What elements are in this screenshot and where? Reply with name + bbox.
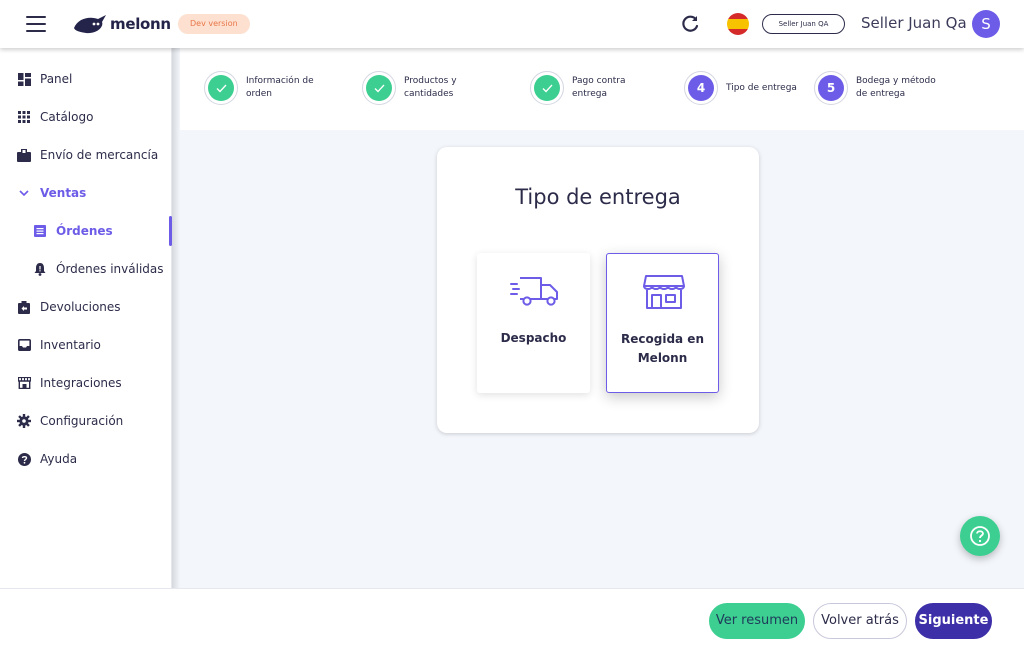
option-label: Despacho xyxy=(500,331,567,345)
step-tipo-entrega[interactable]: 4 Tipo de entrega xyxy=(684,71,816,105)
sidebar-item-label: Ventas xyxy=(40,186,87,200)
step-indicator: 5 xyxy=(814,71,848,105)
grid-icon xyxy=(17,110,31,124)
document-icon xyxy=(33,224,47,238)
sidebar-item-ordenes[interactable]: Órdenes xyxy=(0,212,172,250)
step-label: Productos y cantidades xyxy=(404,76,457,99)
sidebar-item-configuracion[interactable]: Configuración xyxy=(0,402,172,440)
step-productos-cantidades[interactable]: Productos y cantidades xyxy=(362,71,494,105)
step-indicator xyxy=(204,71,238,105)
store-icon xyxy=(643,275,685,309)
stepper: Información de orden Productos y cantida… xyxy=(180,48,1024,130)
step-label: Bodega y método de entrega xyxy=(856,76,936,99)
check-icon xyxy=(366,75,392,101)
footer-bar: Ver resumen Volver atrás Siguiente xyxy=(0,588,1024,652)
sidebar-item-envio[interactable]: Envío de mercancía xyxy=(0,136,172,174)
step-number: 5 xyxy=(818,75,844,101)
avatar[interactable]: S xyxy=(972,10,1000,38)
bell-icon xyxy=(33,262,47,276)
sidebar-item-catalogo[interactable]: Catálogo xyxy=(0,98,172,136)
check-icon xyxy=(208,75,234,101)
sidebar: Panel Catálogo Envío de mercancía Ventas… xyxy=(0,48,172,588)
check-icon xyxy=(534,75,560,101)
sidebar-item-label: Configuración xyxy=(40,414,124,428)
ver-resumen-button[interactable]: Ver resumen xyxy=(709,603,805,639)
volver-atras-button[interactable]: Volver atrás xyxy=(813,603,907,639)
gear-icon xyxy=(17,414,31,428)
sidebar-item-label: Envío de mercancía xyxy=(40,148,159,162)
sidebar-item-integraciones[interactable]: Integraciones xyxy=(0,364,172,402)
seller-selector-button[interactable]: Seller Juan QA xyxy=(762,14,845,34)
sidebar-item-devoluciones[interactable]: Devoluciones xyxy=(0,288,172,326)
option-recogida-melonn[interactable]: Recogida en Melonn xyxy=(606,253,719,393)
step-informacion-orden[interactable]: Información de orden xyxy=(204,71,336,105)
step-pago-contra-entrega[interactable]: Pago contra entrega xyxy=(530,71,662,105)
melonn-logo-icon xyxy=(74,15,106,34)
sidebar-shadow xyxy=(172,48,180,588)
sidebar-item-label: Inventario xyxy=(40,338,101,352)
page-title: Tipo de entrega xyxy=(515,185,681,209)
step-indicator xyxy=(530,71,564,105)
sidebar-item-label: Órdenes xyxy=(56,224,113,238)
siguiente-button[interactable]: Siguiente xyxy=(915,603,992,639)
refresh-icon[interactable] xyxy=(679,13,701,35)
delivery-type-card: Tipo de entrega Despacho Recogida en Mel… xyxy=(437,147,759,433)
user-name[interactable]: Seller Juan Qa xyxy=(861,14,967,32)
sidebar-item-label: Integraciones xyxy=(40,376,122,390)
step-bodega-metodo[interactable]: 5 Bodega y método de entrega xyxy=(814,71,946,105)
logo[interactable]: melonn xyxy=(72,10,171,38)
sidebar-item-ventas[interactable]: Ventas xyxy=(0,174,172,212)
step-label: Pago contra entrega xyxy=(572,76,626,99)
option-label: Recogida en Melonn xyxy=(621,332,704,365)
package-icon xyxy=(17,148,31,162)
sidebar-item-panel[interactable]: Panel xyxy=(0,60,172,98)
help-icon xyxy=(17,452,31,466)
sidebar-item-label: Devoluciones xyxy=(40,300,121,314)
sidebar-item-ayuda[interactable]: Ayuda xyxy=(0,440,172,478)
step-indicator: 4 xyxy=(684,71,718,105)
sidebar-item-label: Órdenes inválidas xyxy=(56,262,164,276)
inbox-icon xyxy=(17,338,31,352)
option-despacho[interactable]: Despacho xyxy=(477,253,590,393)
chevron-down-icon xyxy=(17,186,31,200)
help-fab-button[interactable] xyxy=(960,516,1000,556)
sidebar-item-inventario[interactable]: Inventario xyxy=(0,326,172,364)
sidebar-item-ordenes-invalidas[interactable]: Órdenes inválidas xyxy=(0,250,172,288)
store-icon xyxy=(17,376,31,390)
return-icon xyxy=(17,300,31,314)
menu-icon[interactable] xyxy=(26,16,46,32)
sidebar-item-label: Ayuda xyxy=(40,452,78,466)
sidebar-item-label: Panel xyxy=(40,72,73,86)
top-bar: melonn Dev version Seller Juan QA Seller… xyxy=(0,0,1024,48)
truck-icon xyxy=(510,277,558,306)
sidebar-item-label: Catálogo xyxy=(40,110,94,124)
step-number: 4 xyxy=(688,75,714,101)
logo-text: melonn xyxy=(110,15,171,33)
spain-flag-icon[interactable] xyxy=(727,13,749,35)
step-label: Información de orden xyxy=(246,76,314,99)
dev-version-badge: Dev version xyxy=(178,14,250,34)
step-label: Tipo de entrega xyxy=(726,82,797,93)
help-icon xyxy=(970,526,990,546)
step-indicator xyxy=(362,71,396,105)
dashboard-icon xyxy=(17,72,31,86)
